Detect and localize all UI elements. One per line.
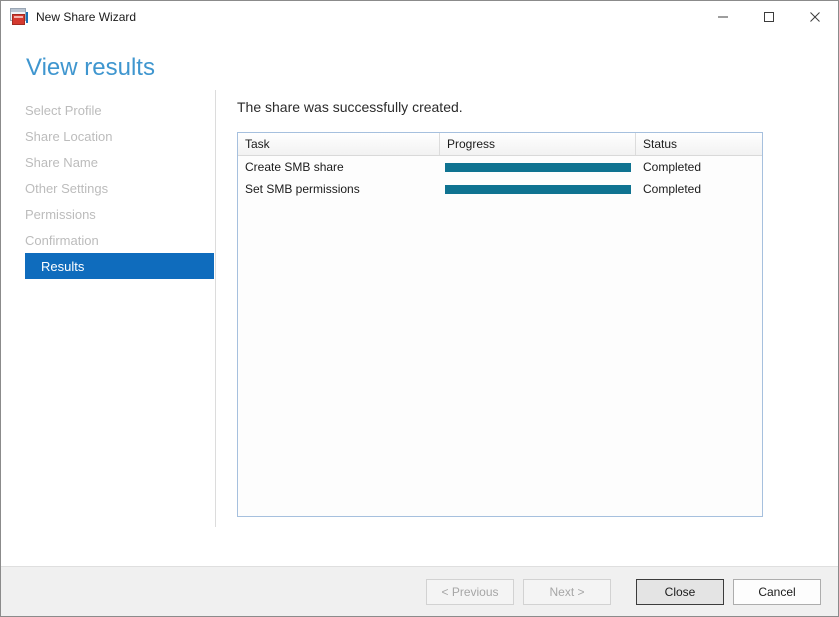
success-message: The share was successfully created. xyxy=(237,99,463,115)
minimize-button[interactable] xyxy=(700,1,746,32)
previous-button[interactable]: < Previous xyxy=(426,578,514,605)
sidebar-item-label: Select Profile xyxy=(25,102,102,118)
sidebar-item-other-settings[interactable]: Other Settings xyxy=(1,175,215,201)
dialog-footer: < Previous Next > Close Cancel xyxy=(1,566,838,616)
cell-progress xyxy=(440,178,636,200)
page-header: View results xyxy=(1,32,838,82)
wizard-steps-sidebar: Select Profile Share Location Share Name… xyxy=(1,97,215,279)
sidebar-item-label: Results xyxy=(41,258,85,274)
sidebar-item-label: Share Location xyxy=(25,128,113,144)
maximize-icon xyxy=(764,11,774,22)
new-share-wizard-window: New Share Wizard View results Select Pro… xyxy=(0,0,839,617)
close-button[interactable] xyxy=(792,1,838,32)
cell-task: Set SMB permissions xyxy=(245,182,360,196)
page-title: View results xyxy=(26,54,155,81)
sidebar-item-label: Permissions xyxy=(25,206,96,222)
table-header-row: Task Progress Status xyxy=(238,133,762,156)
sidebar-content-divider xyxy=(215,90,216,527)
sidebar-item-label: Share Name xyxy=(25,154,98,170)
close-icon xyxy=(810,11,820,22)
window-controls xyxy=(700,1,838,32)
next-button[interactable]: Next > xyxy=(523,578,611,605)
content-pane: The share was successfully created. Task… xyxy=(237,82,838,517)
progress-bar xyxy=(445,184,631,194)
title-bar-left: New Share Wizard xyxy=(1,7,137,26)
wizard-body: Select Profile Share Location Share Name… xyxy=(1,82,838,566)
cell-progress xyxy=(440,156,636,178)
sidebar-item-share-location[interactable]: Share Location xyxy=(1,123,215,149)
share-wizard-icon xyxy=(10,7,28,26)
maximize-button[interactable] xyxy=(746,1,792,32)
column-header-status[interactable]: Status xyxy=(636,133,761,155)
column-header-task[interactable]: Task xyxy=(238,133,440,155)
sidebar-item-share-name[interactable]: Share Name xyxy=(1,149,215,175)
table-row[interactable]: Set SMB permissions Completed xyxy=(238,178,762,200)
column-header-progress[interactable]: Progress xyxy=(440,133,636,155)
cell-status: Completed xyxy=(643,160,702,174)
cell-task: Create SMB share xyxy=(245,160,344,174)
sidebar-item-label: Other Settings xyxy=(25,180,109,196)
sidebar-item-select-profile[interactable]: Select Profile xyxy=(1,97,215,123)
minimize-icon xyxy=(718,16,728,17)
cell-status: Completed xyxy=(643,182,702,196)
title-bar: New Share Wizard xyxy=(1,1,838,32)
table-row[interactable]: Create SMB share Completed xyxy=(238,156,762,178)
cancel-button[interactable]: Cancel xyxy=(733,578,821,605)
close-dialog-button[interactable]: Close xyxy=(636,578,724,605)
results-table[interactable]: Task Progress Status Create SMB share Co… xyxy=(237,132,763,517)
sidebar-item-permissions[interactable]: Permissions xyxy=(1,201,215,227)
progress-bar xyxy=(445,162,631,172)
sidebar-item-results[interactable]: Results xyxy=(25,253,214,279)
sidebar-item-label: Confirmation xyxy=(25,232,99,248)
window-title: New Share Wizard xyxy=(36,9,137,24)
sidebar-item-confirmation[interactable]: Confirmation xyxy=(1,227,215,253)
